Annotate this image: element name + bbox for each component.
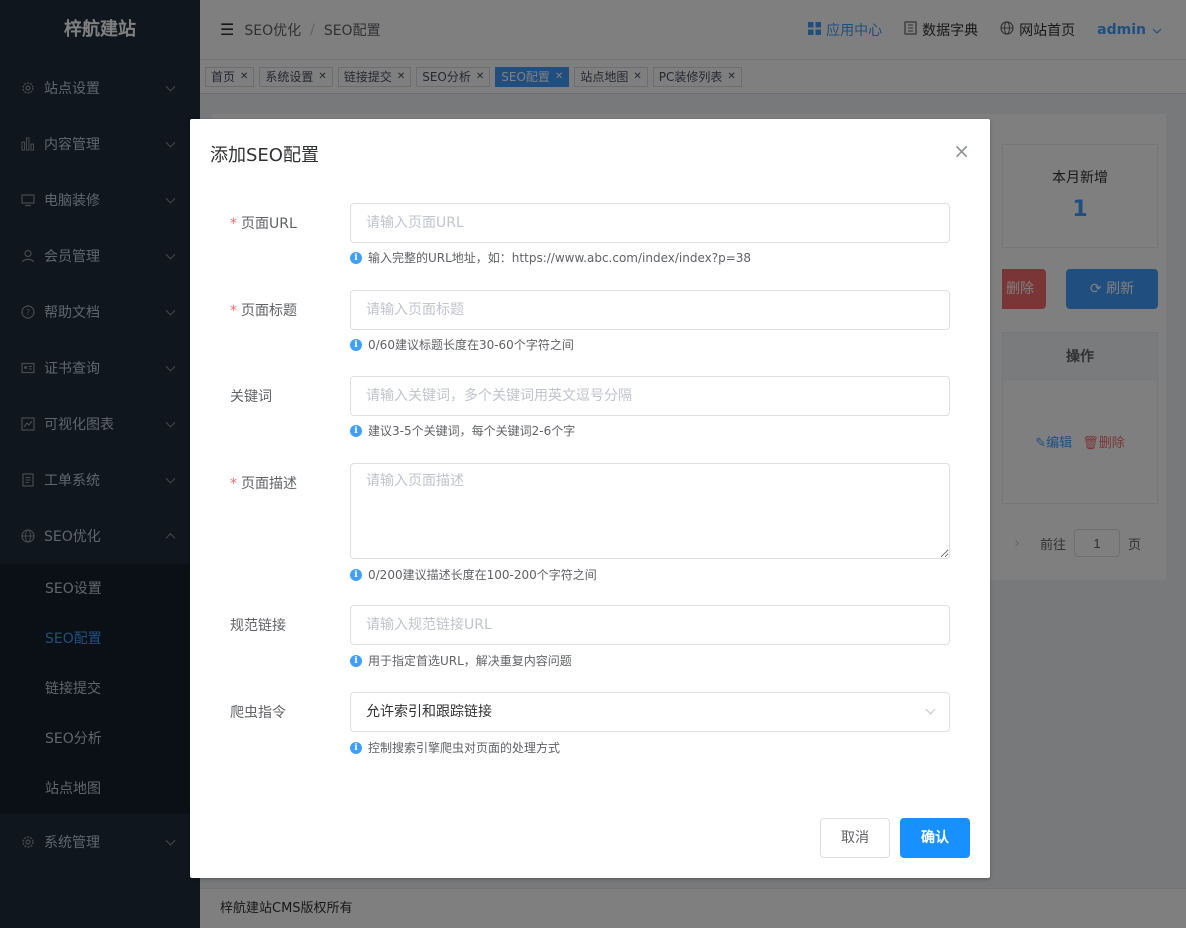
required-mark: * xyxy=(230,476,237,492)
form-label: 关键词 xyxy=(230,386,340,406)
canonical-url-input[interactable] xyxy=(350,605,950,645)
hint-text: 控制搜索引擎爬虫对页面的处理方式 xyxy=(368,741,561,755)
label-text: 页面描述 xyxy=(241,476,297,492)
label-text: 页面标题 xyxy=(241,303,297,319)
info-icon: i xyxy=(350,338,362,351)
info-icon: i xyxy=(350,654,362,667)
info-icon: i xyxy=(350,741,362,754)
form-label: 爬虫指令 xyxy=(230,702,340,722)
robots-select[interactable]: 允许索引和跟踪链接 xyxy=(350,692,950,732)
close-icon[interactable]: × xyxy=(953,141,970,161)
form-hint: i 0/200建议描述长度在100-200个字符之间 xyxy=(350,566,597,583)
hint-text: 用于指定首选URL，解决重复内容问题 xyxy=(368,654,572,668)
form-label: * 页面URL xyxy=(230,213,340,233)
form-label: 规范链接 xyxy=(230,615,340,635)
info-icon: i xyxy=(350,251,362,264)
hint-text: 输入完整的URL地址，如：https://www.abc.com/index/i… xyxy=(368,251,752,265)
hint-text: 0/200建议描述长度在100-200个字符之间 xyxy=(368,568,597,582)
select-value: 允许索引和跟踪链接 xyxy=(366,704,492,720)
label-text: 关键词 xyxy=(230,389,272,405)
form-hint: i 输入完整的URL地址，如：https://www.abc.com/index… xyxy=(350,249,751,266)
form-label: * 页面标题 xyxy=(230,300,340,320)
page-url-input[interactable] xyxy=(350,203,950,243)
page-title-input[interactable] xyxy=(350,290,950,330)
form-label: * 页面描述 xyxy=(230,473,340,493)
required-mark: * xyxy=(230,303,237,319)
form-hint: i 用于指定首选URL，解决重复内容问题 xyxy=(350,652,572,669)
form-hint: i 控制搜索引擎爬虫对页面的处理方式 xyxy=(350,739,560,756)
label-text: 规范链接 xyxy=(230,618,286,634)
info-icon: i xyxy=(350,568,362,581)
form-hint: i 建议3-5个关键词，每个关键词2-6个字 xyxy=(350,422,575,439)
chevron-down-icon xyxy=(925,704,936,715)
cancel-button[interactable]: 取消 xyxy=(820,818,890,858)
confirm-button[interactable]: 确认 xyxy=(900,818,970,858)
page-description-textarea[interactable] xyxy=(350,463,950,559)
keywords-input[interactable] xyxy=(350,376,950,416)
required-mark: * xyxy=(230,216,237,232)
dialog-title: 添加SEO配置 xyxy=(210,145,319,166)
info-icon: i xyxy=(350,424,362,437)
label-text: 页面URL xyxy=(241,216,297,232)
form-hint: i 0/60建议标题长度在30-60个字符之间 xyxy=(350,336,574,353)
hint-text: 建议3-5个关键词，每个关键词2-6个字 xyxy=(368,424,576,438)
add-seo-config-dialog: 添加SEO配置 × *页面URL i 输入完整的URL地址，如：https://… xyxy=(190,119,990,878)
hint-text: 0/60建议标题长度在30-60个字符之间 xyxy=(368,338,574,352)
label-text: 爬虫指令 xyxy=(230,705,286,721)
